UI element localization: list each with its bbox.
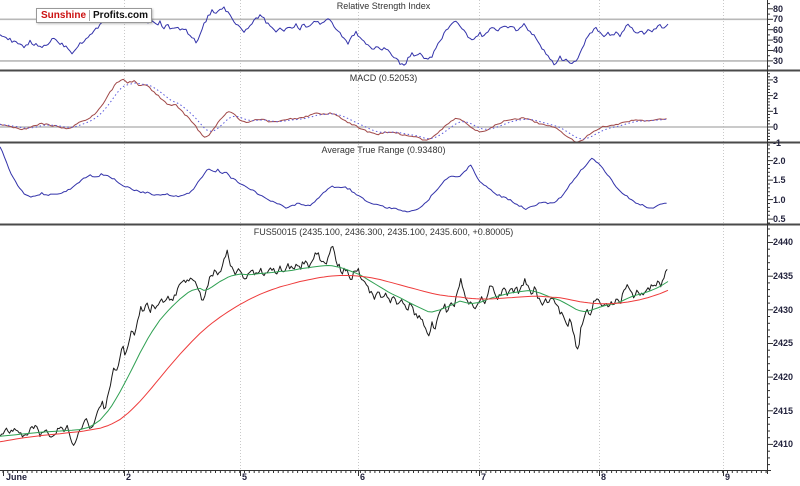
atr-panel-title: Average True Range (0.93480)	[0, 145, 767, 155]
rsi-y-tick-label: 80	[773, 4, 783, 14]
main-y-tick-label: 2440	[773, 237, 793, 247]
x-tick-label: 8	[601, 472, 606, 482]
macd-y-tick-label: -1	[773, 138, 781, 148]
macd-y-tick-label: 0	[773, 122, 778, 132]
x-tick-label: 7	[481, 472, 486, 482]
rsi-y-tick-label: 40	[773, 45, 783, 55]
atr-y-tick-label: 1.0	[773, 195, 786, 205]
rsi-y-tick-label: 60	[773, 25, 783, 35]
main-y-tick-label: 2415	[773, 406, 793, 416]
atr-y-tick-label: 2.0	[773, 156, 786, 166]
macd-panel-title: MACD (0.52053)	[0, 73, 767, 83]
macd-y-tick-label: 2	[773, 91, 778, 101]
rsi-y-tick-label: 50	[773, 35, 783, 45]
x-tick-label: 5	[242, 472, 247, 482]
rsi-y-tick-label: 30	[773, 56, 783, 66]
x-tick-label: June	[6, 472, 27, 482]
logo-profits-text: Profits.com	[93, 10, 148, 21]
x-tick-label: 6	[360, 472, 365, 482]
rsi-y-tick-label: 70	[773, 14, 783, 24]
main-y-tick-label: 2435	[773, 271, 793, 281]
macd-y-tick-label: 1	[773, 106, 778, 116]
main-y-tick-label: 2425	[773, 338, 793, 348]
logo-sunshine-text: Sunshine	[40, 10, 90, 21]
macd-y-tick-label: 3	[773, 75, 778, 85]
x-tick-label: 9	[725, 472, 730, 482]
x-tick-label: 2	[126, 472, 131, 482]
main-y-tick-label: 2420	[773, 372, 793, 382]
sunshine-profits-logo: SunshineProfits.com	[36, 8, 152, 23]
price-panel-title: FUS50015 (2435.100, 2436.300, 2435.100, …	[0, 227, 767, 237]
multi-panel-chart: Relative Strength Index MACD (0.52053) A…	[0, 0, 800, 486]
atr-y-tick-label: 1.5	[773, 175, 786, 185]
atr-y-tick-label: 0.5	[773, 214, 786, 224]
main-y-tick-label: 2410	[773, 439, 793, 449]
main-y-tick-label: 2430	[773, 305, 793, 315]
